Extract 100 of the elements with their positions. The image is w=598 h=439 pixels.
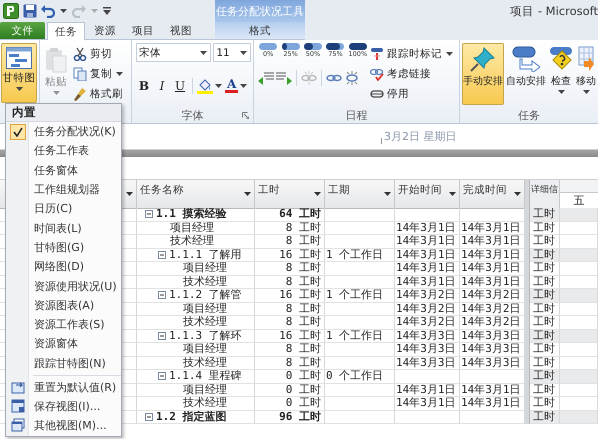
- table-cell: 0 工时: [255, 397, 325, 410]
- font-name-field[interactable]: 宋体: [136, 43, 212, 62]
- ribbon-button[interactable]: 格式刷: [73, 85, 124, 102]
- views-icon: [10, 418, 24, 432]
- timescale-cell: [560, 222, 598, 235]
- ribbon-tab[interactable]: 视图: [163, 22, 199, 39]
- save-icon[interactable]: [23, 4, 37, 18]
- menu-item[interactable]: 任务工作表: [34, 143, 89, 158]
- split-icon[interactable]: [344, 71, 360, 85]
- table-cell: 8 工时: [255, 262, 325, 276]
- task-name: 项目经理: [183, 262, 227, 274]
- collapse-icon[interactable]: [158, 291, 166, 300]
- table-cell: 工时: [530, 330, 560, 343]
- table-cell: 工时: [530, 208, 560, 222]
- task-name: 1.1.2 了解管: [169, 289, 242, 302]
- timescale-cell: [560, 208, 598, 222]
- column-header[interactable]: 任务名称: [137, 180, 255, 209]
- table-cell: 0 工时: [255, 370, 325, 384]
- caret-icon: [582, 90, 590, 94]
- ribbon-button[interactable]: 检查: [548, 43, 574, 105]
- table-cell: 1 个工作日: [325, 248, 395, 262]
- column-header[interactable]: 开始时间: [395, 180, 460, 209]
- font-size-field[interactable]: 11: [213, 43, 251, 62]
- menu-item[interactable]: 保存视图(I)...: [34, 398, 100, 414]
- ribbon-button[interactable]: 跟踪时标记: [370, 45, 454, 62]
- filter-arrow-icon[interactable]: [244, 192, 251, 196]
- table-cell: 工时: [530, 222, 560, 235]
- column-header[interactable]: 工时: [255, 180, 325, 209]
- outdent-icon[interactable]: [258, 71, 274, 85]
- task-name: 项目经理: [183, 302, 227, 315]
- filter-arrow-icon[interactable]: [384, 192, 391, 196]
- menu-item[interactable]: 工作组规划器: [34, 182, 100, 198]
- table-cell: 工时: [530, 370, 560, 384]
- filter-arrow-icon[interactable]: [314, 192, 321, 196]
- menu-item[interactable]: 重置为默认值(R): [34, 380, 116, 395]
- collapse-icon[interactable]: [145, 210, 153, 218]
- menu-item[interactable]: 跟踪甘特图(N): [34, 356, 106, 371]
- ribbon-button[interactable]: 停用: [370, 85, 454, 102]
- move-icon: [578, 46, 594, 72]
- pushpin-icon: [470, 46, 496, 72]
- indent-icon[interactable]: [276, 71, 292, 85]
- italic-button[interactable]: I: [154, 77, 170, 94]
- caret-icon: [446, 52, 453, 56]
- ribbon-button[interactable]: 剪切: [73, 45, 124, 62]
- menu-item[interactable]: 网络图(D): [34, 259, 84, 274]
- task-name: 1.1.1 了解用: [169, 248, 242, 261]
- menu-header: 内置: [6, 104, 121, 122]
- group-label: 字体: [182, 108, 204, 123]
- menu-item[interactable]: 其他视图(M)...: [34, 418, 107, 433]
- underline-button[interactable]: U: [172, 77, 188, 94]
- caret-icon: [215, 84, 222, 88]
- collapse-icon[interactable]: [158, 332, 166, 340]
- undo-icon[interactable]: [41, 4, 55, 18]
- filter-arrow-icon[interactable]: [449, 192, 456, 196]
- collapse-icon[interactable]: [158, 372, 166, 380]
- task-name: 技术经理: [183, 316, 227, 328]
- menu-item[interactable]: 任务窗体: [34, 162, 78, 178]
- clipboard-icon: [45, 47, 67, 73]
- brush-icon: [73, 86, 87, 100]
- file-tab[interactable]: 文件: [0, 22, 45, 39]
- ribbon-button[interactable]: 移动: [575, 43, 597, 105]
- filter-arrow-icon[interactable]: [514, 192, 521, 196]
- table-cell: 14年3月1日: [395, 222, 460, 235]
- gantt-chart-button[interactable]: 甘特图: [1, 43, 37, 103]
- menu-item[interactable]: 甘特图(G): [34, 240, 84, 255]
- menu-item[interactable]: 资源使用状况(U): [34, 278, 117, 294]
- menu-item[interactable]: 时间表(L): [34, 220, 82, 236]
- caret-icon[interactable]: [60, 9, 67, 13]
- contextual-tab-group-title: 任务分配状况工具: [216, 4, 304, 18]
- task-name: 技术经理: [183, 397, 227, 410]
- column-header[interactable]: 工期: [325, 180, 395, 209]
- collapse-icon[interactable]: [145, 412, 153, 421]
- column-header[interactable]: 完成时间: [460, 180, 525, 209]
- menu-item[interactable]: 任务分配状况(K): [34, 124, 116, 140]
- menu-item[interactable]: 资源窗体: [34, 336, 78, 352]
- timescale-cell: [560, 370, 598, 384]
- highlight-color-button[interactable]: [197, 78, 223, 94]
- task-name: 技术经理: [170, 235, 214, 248]
- font-color-button[interactable]: A: [225, 78, 248, 93]
- bold-button[interactable]: B: [136, 77, 152, 94]
- task-name: 1.1.3 了解环: [169, 330, 242, 342]
- ribbon-button[interactable]: 考虑链接: [370, 65, 454, 82]
- dialog-launcher-icon[interactable]: [242, 112, 249, 119]
- ribbon-button[interactable]: 手动安排: [462, 43, 504, 105]
- timescale-cell: [560, 384, 598, 397]
- ribbon-button[interactable]: 自动安排: [505, 43, 547, 105]
- menu-item[interactable]: 资源图表(A): [34, 298, 94, 313]
- table-cell: 14年3月1日: [395, 235, 460, 248]
- ribbon-button[interactable]: 复制: [73, 65, 124, 82]
- customize-icon[interactable]: [103, 7, 111, 15]
- task-name: 项目经理: [170, 222, 214, 234]
- collapse-icon[interactable]: [158, 250, 166, 259]
- task-name: 1.1 摸索经验: [156, 208, 226, 220]
- filter-arrow-icon[interactable]: [126, 192, 133, 196]
- ribbon-tab[interactable]: 项目: [125, 22, 161, 39]
- menu-item[interactable]: 日历(C): [34, 201, 72, 216]
- caret-icon: [558, 90, 564, 94]
- ribbon-tab[interactable]: 任务: [47, 22, 85, 40]
- menu-item[interactable]: 资源工作表(S): [34, 317, 105, 332]
- ribbon-tab[interactable]: 资源: [87, 22, 123, 39]
